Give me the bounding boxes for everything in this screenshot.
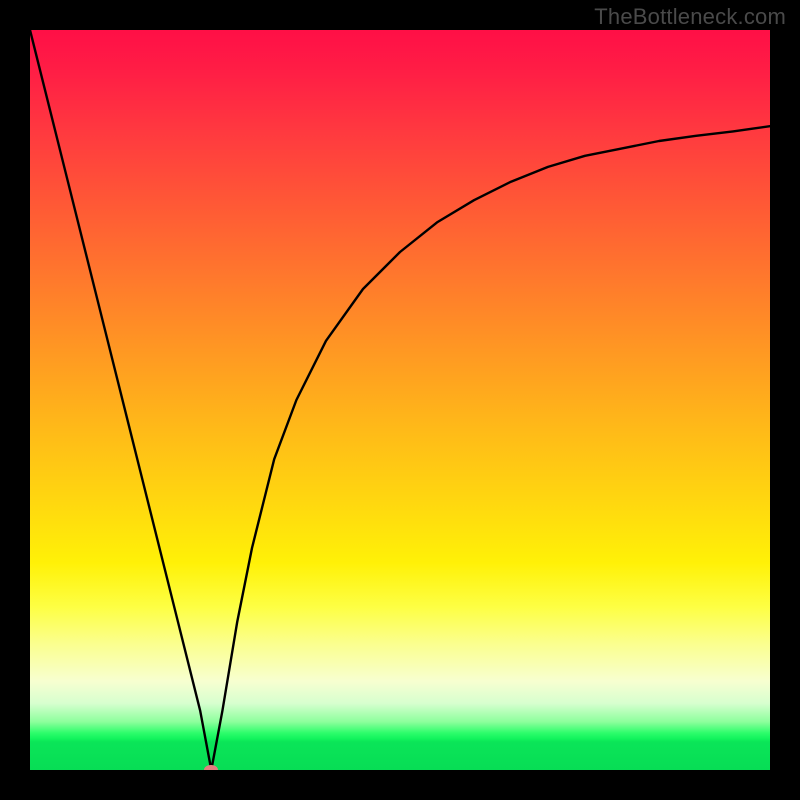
watermark-text: TheBottleneck.com: [594, 4, 786, 30]
min-marker: [204, 765, 218, 770]
bottleneck-curve: [30, 30, 770, 770]
plot-area: [30, 30, 770, 770]
chart-container: TheBottleneck.com: [0, 0, 800, 800]
